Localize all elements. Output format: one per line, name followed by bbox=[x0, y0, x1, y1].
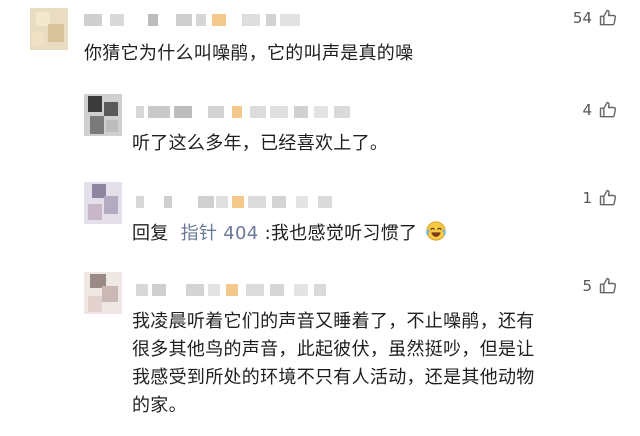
avatar[interactable] bbox=[84, 94, 122, 136]
comment-line: 很多其他鸟的声音，此起彼伏，虽然挺吵，但是让 bbox=[132, 339, 535, 360]
comment-line: 的家。 bbox=[132, 395, 187, 416]
like-button[interactable]: 5 bbox=[582, 276, 618, 296]
comment-3: 1 回复 指针 404 :我也感觉听习惯了 bbox=[0, 176, 640, 258]
thumbs-up-icon bbox=[598, 276, 618, 296]
reply-text: :我也感觉听习惯了 bbox=[264, 223, 418, 244]
mention-link[interactable]: 指针 404 bbox=[181, 223, 259, 244]
like-count: 1 bbox=[582, 189, 592, 207]
comment-text: 听了这么多年，已经喜欢上了。 bbox=[132, 133, 389, 154]
laughing-tears-emoji-icon bbox=[425, 220, 447, 251]
avatar[interactable] bbox=[30, 8, 68, 50]
comment-thread: 54 你猜它为什么叫噪鹃，它的叫声是真的噪 4 听了这么多年，已经喜欢上了。 1… bbox=[0, 0, 640, 436]
username-blurred[interactable] bbox=[136, 196, 386, 210]
comment-text: 我凌晨听着它们的声音又睡着了，不止噪鹃，还有 很多其他鸟的声音，此起彼伏，虽然挺… bbox=[132, 308, 535, 420]
reply-prefix: 回复 bbox=[132, 223, 169, 244]
thumbs-up-icon bbox=[598, 100, 618, 120]
thumbs-up-icon bbox=[598, 8, 618, 28]
comment-text: 回复 指针 404 :我也感觉听习惯了 bbox=[132, 220, 447, 251]
avatar[interactable] bbox=[84, 182, 122, 224]
comment-line: 我凌晨听着它们的声音又睡着了，不止噪鹃，还有 bbox=[132, 311, 535, 332]
like-button[interactable]: 4 bbox=[582, 100, 618, 120]
thumbs-up-icon bbox=[598, 188, 618, 208]
like-button[interactable]: 54 bbox=[573, 8, 618, 28]
username-blurred[interactable] bbox=[136, 106, 396, 120]
comment-2: 4 听了这么多年，已经喜欢上了。 bbox=[0, 86, 640, 168]
like-button[interactable]: 1 bbox=[582, 188, 618, 208]
comment-text: 你猜它为什么叫噪鹃，它的叫声是真的噪 bbox=[84, 43, 414, 64]
username-blurred[interactable] bbox=[84, 14, 304, 28]
comment-1: 54 你猜它为什么叫噪鹃，它的叫声是真的噪 bbox=[0, 0, 640, 80]
like-count: 5 bbox=[582, 277, 592, 295]
like-count: 54 bbox=[572, 9, 592, 27]
comment-line: 我感受到所处的环境不只有人活动，还是其他动物 bbox=[132, 367, 535, 388]
like-count: 4 bbox=[582, 101, 592, 119]
comment-4: 5 我凌晨听着它们的声音又睡着了，不止噪鹃，还有 很多其他鸟的声音，此起彼伏，虽… bbox=[0, 266, 640, 436]
avatar[interactable] bbox=[84, 272, 122, 314]
username-blurred[interactable] bbox=[136, 284, 386, 298]
